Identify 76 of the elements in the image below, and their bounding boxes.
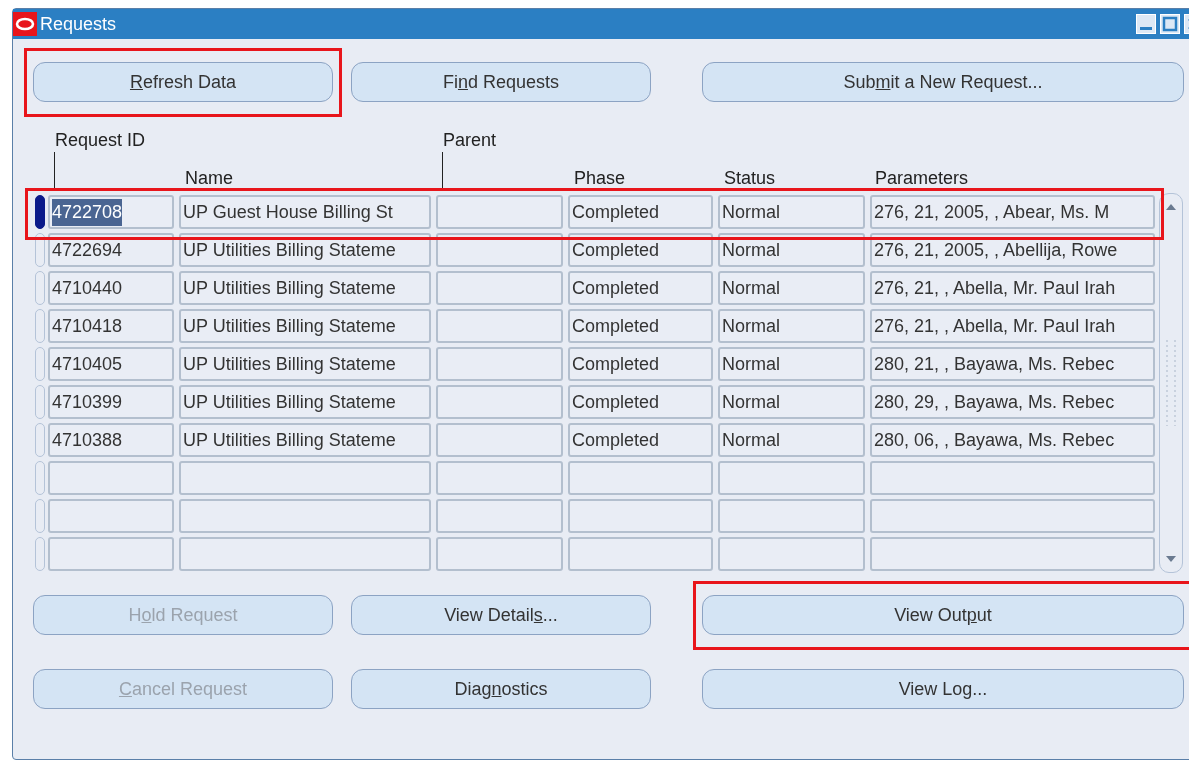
table-cell[interactable]: UP Utilities Billing Stateme (179, 271, 431, 305)
table-cell[interactable] (179, 537, 431, 571)
table-cell[interactable] (179, 461, 431, 495)
table-cell[interactable]: UP Guest House Billing St (179, 195, 431, 229)
column-header: Status (724, 168, 776, 188)
table-cell[interactable] (179, 499, 431, 533)
table-cell[interactable]: Completed (568, 347, 713, 381)
table-cell[interactable] (436, 499, 563, 533)
table-cell[interactable] (870, 461, 1155, 495)
table-cell[interactable]: 280, 29, , Bayawa, Ms. Rebec (870, 385, 1155, 419)
action-button[interactable]: Find Requests (351, 62, 651, 102)
column-header: Request ID (55, 130, 146, 150)
vertical-scrollbar[interactable] (1159, 193, 1183, 573)
table-cell[interactable] (568, 537, 713, 571)
table-cell[interactable]: 4710399 (48, 385, 174, 419)
table-cell[interactable]: 4722708 (48, 195, 174, 229)
table-cell[interactable]: 4710405 (48, 347, 174, 381)
table-cell[interactable] (568, 499, 713, 533)
table-cell[interactable]: Normal (718, 195, 865, 229)
scroll-thumb-icon[interactable] (1165, 338, 1177, 428)
scroll-up-icon[interactable] (1164, 202, 1178, 212)
table-cell[interactable] (436, 385, 563, 419)
action-button[interactable]: Diagnostics (351, 669, 651, 709)
table-cell[interactable]: Normal (718, 385, 865, 419)
action-button[interactable]: Refresh Data (33, 62, 333, 102)
table-cell[interactable]: Completed (568, 423, 713, 457)
table-cell[interactable]: UP Utilities Billing Stateme (179, 309, 431, 343)
table-cell[interactable]: 4710418 (48, 309, 174, 343)
table-cell[interactable]: Normal (718, 347, 865, 381)
table-cell[interactable] (568, 461, 713, 495)
table-cell[interactable]: Normal (718, 271, 865, 305)
maximize-icon[interactable] (1160, 14, 1180, 34)
action-button[interactable]: View Details... (351, 595, 651, 635)
table-cell[interactable] (436, 423, 563, 457)
table-cell[interactable] (718, 537, 865, 571)
window-title: Requests (40, 12, 117, 36)
table-cell[interactable]: UP Utilities Billing Stateme (179, 385, 431, 419)
column-header: Parameters (875, 168, 969, 188)
table-cell[interactable]: Completed (568, 309, 713, 343)
table-cell[interactable] (48, 499, 174, 533)
table-cell[interactable] (436, 271, 563, 305)
table-cell[interactable]: 280, 21, , Bayawa, Ms. Rebec (870, 347, 1155, 381)
table-cell[interactable]: Completed (568, 195, 713, 229)
minimize-icon[interactable] (1136, 14, 1156, 34)
table-cell[interactable] (436, 309, 563, 343)
table-cell[interactable]: 4710388 (48, 423, 174, 457)
table-cell[interactable] (718, 461, 865, 495)
table-cell[interactable] (870, 499, 1155, 533)
action-button[interactable]: View Output (702, 595, 1184, 635)
table-cell[interactable]: UP Utilities Billing Stateme (179, 423, 431, 457)
table-cell[interactable]: 276, 21, , Abella, Mr. Paul Irah (870, 309, 1155, 343)
table-cell[interactable] (870, 537, 1155, 571)
column-header: Name (185, 168, 233, 188)
column-header: Parent (443, 130, 497, 150)
table-cell[interactable] (718, 499, 865, 533)
table-cell[interactable]: 4710440 (48, 271, 174, 305)
table-cell[interactable]: 276, 21, 2005, , Abear, Ms. M (870, 195, 1155, 229)
table-cell[interactable]: Normal (718, 309, 865, 343)
table-cell[interactable] (436, 537, 563, 571)
action-button[interactable]: Submit a New Request... (702, 62, 1184, 102)
table-cell[interactable]: Completed (568, 271, 713, 305)
table-cell[interactable]: Completed (568, 385, 713, 419)
table-cell[interactable]: 280, 06, , Bayawa, Ms. Rebec (870, 423, 1155, 457)
table-cell[interactable]: Normal (718, 423, 865, 457)
table-cell[interactable]: UP Utilities Billing Stateme (179, 347, 431, 381)
table-cell[interactable] (48, 537, 174, 571)
table-cell[interactable] (48, 461, 174, 495)
table-cell[interactable]: 276, 21, , Abella, Mr. Paul Irah (870, 271, 1155, 305)
table-cell[interactable] (436, 195, 563, 229)
table-cell[interactable] (436, 461, 563, 495)
scroll-down-icon[interactable] (1164, 554, 1178, 564)
app-logo-icon (13, 12, 37, 36)
table-cell[interactable] (436, 347, 563, 381)
column-header: Phase (574, 168, 626, 188)
action-button[interactable]: View Log... (702, 669, 1184, 709)
record-indicator[interactable] (35, 195, 45, 229)
